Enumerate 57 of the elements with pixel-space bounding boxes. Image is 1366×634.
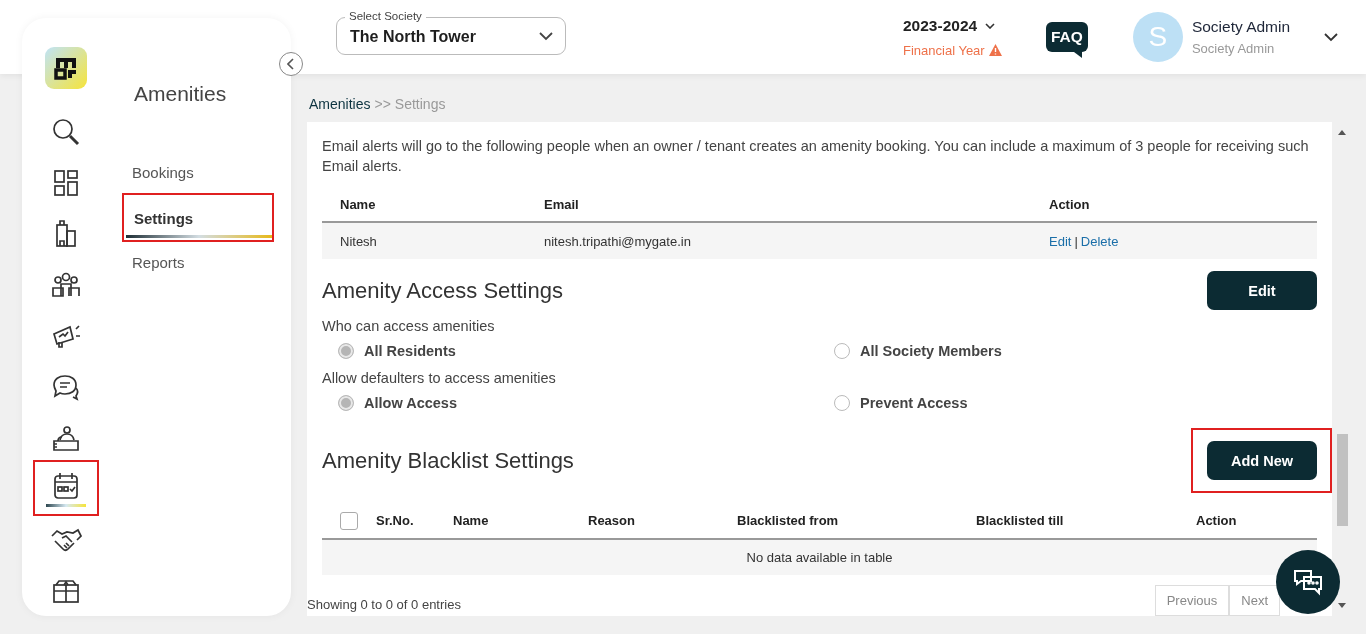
- description-text: Email alerts will go to the following people when an owner / tenant creates an amenity booking. You can include a maximum of 3 people for receiving such Email alerts.: [322, 137, 1310, 176]
- section-heading: Amenity Access Settings: [322, 277, 563, 304]
- user-role: Society Admin: [1191, 41, 1276, 56]
- app-logo[interactable]: [45, 47, 87, 89]
- add-new-button[interactable]: Add New: [1207, 441, 1317, 481]
- column-header: Reason: [588, 513, 636, 529]
- radio-label: Allow Access: [364, 395, 457, 412]
- breadcrumb-link[interactable]: Amenities: [309, 96, 371, 122]
- warning-icon: [988, 44, 1002, 56]
- submenu-item[interactable]: Reports: [124, 246, 270, 279]
- table-cell-text: nitesh.tripathi@mygate.in: [544, 233, 692, 249]
- action-link[interactable]: Edit: [1049, 233, 1072, 249]
- scroll-up-icon[interactable]: [1338, 130, 1346, 135]
- radio-label: Prevent Access: [860, 395, 968, 412]
- question-text: Who can access amenities: [322, 318, 496, 335]
- separator-text: |: [1074, 233, 1078, 249]
- section-title: Amenities: [134, 82, 228, 106]
- speech-tail-icon: [1073, 51, 1082, 58]
- year-dropdown[interactable]: 2023-2024: [903, 16, 996, 35]
- chevron-down-icon: [985, 22, 996, 29]
- radio-label: All Residents: [364, 343, 456, 360]
- financial-year-label: Financial Year: [903, 42, 985, 58]
- pagination-button[interactable]: Previous: [1154, 585, 1230, 616]
- scroll-down-icon[interactable]: [1338, 603, 1346, 608]
- entries-info: Showing 0 to 0 of 0 entries: [307, 597, 461, 612]
- column-header: Email: [544, 196, 580, 212]
- chevron-down-icon: [539, 31, 553, 41]
- breadcrumb-current: Settings: [394, 96, 446, 114]
- collapse-button[interactable]: [279, 52, 303, 76]
- radio-button[interactable]: [834, 395, 850, 412]
- radio-button[interactable]: [338, 343, 354, 360]
- column-header: Name: [340, 196, 377, 212]
- column-header: Sr.No.: [376, 513, 415, 529]
- chevron-down-icon[interactable]: [1323, 32, 1338, 42]
- column-header: Action: [1196, 513, 1238, 529]
- column-header: Blacklisted from: [737, 513, 840, 529]
- scrollbar-thumb[interactable]: [1337, 434, 1348, 526]
- section-heading: Amenity Blacklist Settings: [322, 447, 574, 474]
- select-all-checkbox[interactable]: [340, 511, 358, 530]
- submenu-item[interactable]: Bookings: [124, 156, 270, 189]
- action-link[interactable]: Delete: [1080, 233, 1119, 249]
- user-name: Society Admin: [1191, 18, 1292, 36]
- empty-message: No data available in table: [746, 549, 893, 565]
- radio-button[interactable]: [338, 395, 354, 412]
- column-header: Action: [1049, 196, 1091, 212]
- radio-button[interactable]: [834, 343, 850, 360]
- question-text: Allow defaulters to access amenities: [322, 370, 557, 387]
- breadcrumb-separator: >>: [374, 96, 391, 114]
- edit-button[interactable]: Edit: [1207, 271, 1317, 311]
- column-header: Name: [453, 513, 490, 529]
- chevron-left-icon: [287, 58, 295, 70]
- chat-icon: [1292, 567, 1324, 597]
- pagination-button[interactable]: Next: [1229, 585, 1280, 616]
- select-label: Select Society: [345, 9, 426, 23]
- column-header: Blacklisted till: [976, 513, 1065, 529]
- radio-label: All Society Members: [860, 343, 1002, 360]
- table-cell-text: Nitesh: [340, 233, 378, 249]
